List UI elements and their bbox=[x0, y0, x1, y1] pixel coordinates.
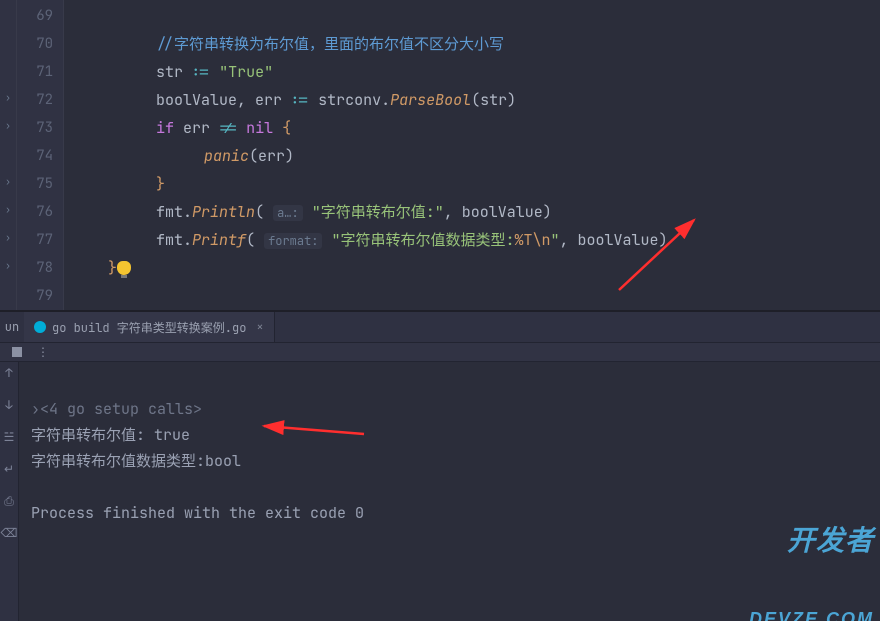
intention-bulb-icon[interactable] bbox=[117, 261, 131, 275]
inlay-hint: a…: bbox=[273, 205, 303, 221]
operator: := bbox=[192, 62, 210, 82]
line-number: 75 bbox=[17, 170, 63, 198]
code-line[interactable]: fmt.Printf( format: "字符串转布尔值数据类型:%T\n", … bbox=[84, 226, 880, 254]
fold-icon[interactable] bbox=[0, 0, 16, 28]
function-call: panic bbox=[204, 146, 249, 166]
package-name: fmt bbox=[156, 202, 183, 222]
stop-icon bbox=[12, 347, 22, 357]
console-line: 字符串转布尔值数据类型:bool bbox=[31, 451, 241, 471]
code-editor[interactable]: › › › › › › 69 70 71 72 73 74 75 76 77 7… bbox=[0, 0, 880, 310]
string-literal: "字符串转布尔值:" bbox=[312, 202, 444, 222]
stop-button[interactable] bbox=[8, 343, 26, 361]
string-literal: " bbox=[551, 230, 560, 250]
comment-text: //字符串转换为布尔值，里面的布尔值不区分大小写 bbox=[156, 34, 504, 54]
fold-icon[interactable] bbox=[0, 140, 16, 168]
more-actions-button[interactable] bbox=[34, 343, 52, 361]
package-name: strconv bbox=[318, 90, 381, 110]
fold-icon[interactable]: › bbox=[0, 84, 16, 112]
fold-chevron-icon[interactable]: › bbox=[31, 399, 40, 419]
line-number-gutter: 69 70 71 72 73 74 75 76 77 78 79 bbox=[17, 0, 64, 310]
close-icon[interactable]: × bbox=[256, 319, 263, 335]
function-call: Printf bbox=[192, 230, 246, 250]
code-line[interactable]: boolValue, err := strconv.ParseBool(str) bbox=[84, 86, 880, 114]
console-toolbar: ↑ ↓ ☱ ↵ ⎙ ⌫ bbox=[0, 362, 19, 621]
operator: := bbox=[291, 90, 309, 110]
tab-run[interactable]: un bbox=[0, 319, 24, 335]
code-line[interactable]: } bbox=[84, 254, 880, 282]
fold-icon[interactable]: › bbox=[0, 168, 16, 196]
keyword: if bbox=[156, 118, 174, 138]
code-line[interactable]: panic(err) bbox=[84, 142, 880, 170]
line-number: 73 bbox=[17, 114, 63, 142]
package-name: fmt bbox=[156, 230, 183, 250]
function-call: Println bbox=[192, 202, 255, 222]
watermark: 开发者 DEVZE.COM bbox=[749, 476, 874, 621]
console-line: 字符串转布尔值: true bbox=[31, 425, 190, 445]
identifier: err bbox=[183, 118, 210, 138]
identifier: str bbox=[156, 62, 183, 82]
fold-gutter: › › › › › › bbox=[0, 0, 17, 310]
code-line[interactable]: fmt.Println( a…: "字符串转布尔值:", boolValue) bbox=[84, 198, 880, 226]
line-number: 71 bbox=[17, 58, 63, 86]
console-line: <4 go setup calls> bbox=[40, 399, 202, 419]
code-line[interactable] bbox=[84, 2, 880, 30]
code-line[interactable]: } bbox=[84, 170, 880, 198]
identifier: boolValue bbox=[156, 90, 237, 110]
identifier: err bbox=[255, 90, 282, 110]
annotation-arrow-icon bbox=[254, 414, 374, 444]
line-number: 72 bbox=[17, 86, 63, 114]
fold-icon[interactable]: › bbox=[0, 112, 16, 140]
fold-icon[interactable]: › bbox=[0, 224, 16, 252]
wrap-icon[interactable]: ↵ bbox=[2, 462, 16, 476]
argument: boolValue bbox=[578, 230, 659, 250]
argument: str bbox=[480, 90, 507, 110]
run-panel-tabs: un go build 字符串类型转换案例.go × bbox=[0, 312, 880, 343]
tab-go-build[interactable]: go build 字符串类型转换案例.go × bbox=[24, 312, 275, 342]
code-line[interactable]: if err != nil { bbox=[84, 114, 880, 142]
line-number: 69 bbox=[17, 2, 63, 30]
function-call: ParseBool bbox=[390, 90, 471, 110]
print-icon[interactable]: ⎙ bbox=[2, 494, 16, 508]
fold-icon[interactable] bbox=[0, 56, 16, 84]
watermark-text: 开发者 bbox=[749, 528, 874, 554]
console-output[interactable]: ›<4 go setup calls> 字符串转布尔值: true 字符串转布尔… bbox=[19, 362, 880, 621]
line-number: 70 bbox=[17, 30, 63, 58]
inlay-hint: format: bbox=[264, 233, 322, 249]
code-line[interactable]: //字符串转换为布尔值，里面的布尔值不区分大小写 bbox=[84, 30, 880, 58]
console-panel: ↑ ↓ ☱ ↵ ⎙ ⌫ ›<4 go setup calls> 字符串转布尔值:… bbox=[0, 362, 880, 621]
argument: err bbox=[258, 146, 285, 166]
run-toolbar bbox=[0, 343, 880, 362]
go-icon bbox=[34, 321, 46, 333]
code-line[interactable]: str := "True" bbox=[84, 58, 880, 86]
line-number: 77 bbox=[17, 226, 63, 254]
code-line[interactable] bbox=[84, 282, 880, 310]
console-line: Process finished with the exit code 0 bbox=[31, 503, 364, 523]
operator: != bbox=[219, 118, 237, 138]
code-area[interactable]: //字符串转换为布尔值，里面的布尔值不区分大小写 str := "True" b… bbox=[64, 0, 880, 310]
up-icon[interactable]: ↑ bbox=[2, 366, 16, 380]
line-number: 76 bbox=[17, 198, 63, 226]
fold-icon[interactable] bbox=[0, 28, 16, 56]
string-literal: "True" bbox=[219, 62, 273, 82]
line-number: 79 bbox=[17, 282, 63, 310]
string-literal: "字符串转布尔值数据类型: bbox=[331, 230, 514, 250]
argument: boolValue bbox=[462, 202, 543, 222]
filter-icon[interactable]: ☱ bbox=[2, 430, 16, 444]
clear-icon[interactable]: ⌫ bbox=[2, 526, 16, 540]
fold-icon[interactable]: › bbox=[0, 196, 16, 224]
ide-window: › › › › › › 69 70 71 72 73 74 75 76 77 7… bbox=[0, 0, 880, 621]
fold-icon[interactable]: › bbox=[0, 252, 16, 280]
keyword: nil bbox=[246, 118, 273, 138]
down-icon[interactable]: ↓ bbox=[2, 398, 16, 412]
format-verb: %T\n bbox=[515, 230, 551, 250]
line-number: 74 bbox=[17, 142, 63, 170]
tab-label: go build 字符串类型转换案例.go bbox=[52, 319, 246, 336]
watermark-subtext: DEVZE.COM bbox=[749, 606, 874, 621]
line-number: 78 bbox=[17, 254, 63, 282]
